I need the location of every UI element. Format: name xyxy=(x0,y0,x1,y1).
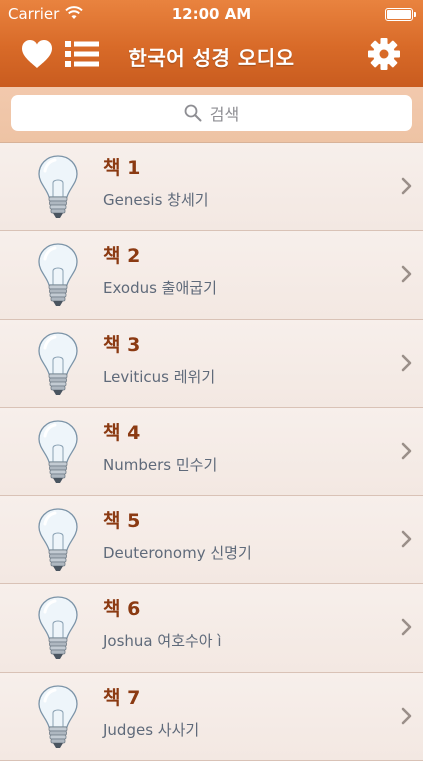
lightbulb-icon xyxy=(38,155,78,218)
book-title: 책 4 xyxy=(103,421,141,444)
book-row-7[interactable]: 책 7 Judges 사사기 xyxy=(0,672,423,761)
book-subtitle: Numbers 민수기 xyxy=(103,455,218,474)
battery-icon xyxy=(385,8,416,21)
book-subtitle: Deuteronomy 신명기 xyxy=(103,544,252,563)
chevron-right-icon xyxy=(401,619,412,636)
search-bar: 검색 xyxy=(0,87,423,143)
chevron-right-icon xyxy=(401,442,412,460)
book-title: 책 2 xyxy=(103,245,141,268)
book-row-6[interactable]: 책 6 Joshua 여호수아 ì xyxy=(0,584,423,673)
search-placeholder: 검색 xyxy=(209,105,240,124)
chevron-right-icon xyxy=(401,707,412,725)
book-subtitle: Genesis 창세기 xyxy=(103,191,209,209)
search-icon xyxy=(184,104,202,122)
book-subtitle: Joshua 여호수아 ì xyxy=(103,632,222,651)
lightbulb-icon xyxy=(38,596,78,660)
nav-bar: 한국어 성경 오디오 xyxy=(0,28,423,84)
status-time: 12:00 AM xyxy=(171,5,252,23)
lightbulb-icon xyxy=(38,331,78,395)
book-subtitle: Exodus 출애굽기 xyxy=(103,279,217,298)
book-title: 책 1 xyxy=(103,157,141,179)
lightbulb-icon xyxy=(38,685,78,748)
book-title: 책 5 xyxy=(103,510,141,533)
book-title: 책 7 xyxy=(103,686,141,709)
book-row-2[interactable]: 책 2 Exodus 출애굽기 xyxy=(0,231,423,320)
book-subtitle: Judges 사사기 xyxy=(103,720,200,739)
book-title: 책 6 xyxy=(103,598,141,621)
chevron-right-icon xyxy=(401,354,412,371)
top-bar: Carrier 12:00 AM 한국어 성경 오디오 xyxy=(0,0,423,87)
chevron-right-icon xyxy=(401,177,412,195)
book-title: 책 3 xyxy=(103,333,141,356)
page-title: 한국어 성경 오디오 xyxy=(128,46,295,70)
lightbulb-icon xyxy=(38,508,78,572)
chevron-right-icon xyxy=(401,265,412,283)
book-row-4[interactable]: 책 4 Numbers 민수기 xyxy=(0,407,423,497)
book-row-5[interactable]: 책 5 Deuteronomy 신명기 xyxy=(0,496,423,585)
lightbulb-icon xyxy=(38,243,78,307)
gear-icon[interactable] xyxy=(367,37,401,71)
status-bar: Carrier 12:00 AM xyxy=(0,0,423,28)
lightbulb-icon xyxy=(38,420,78,483)
book-list: 책 1 Genesis 창세기 책 2 Exodus 출애굽기 책 3 Levi… xyxy=(0,143,423,761)
chevron-right-icon xyxy=(401,530,412,548)
book-subtitle: Leviticus 레위기 xyxy=(103,367,216,386)
search-input[interactable]: 검색 xyxy=(11,95,412,131)
book-row-1[interactable]: 책 1 Genesis 창세기 xyxy=(0,143,423,232)
book-row-3[interactable]: 책 3 Leviticus 레위기 xyxy=(0,319,423,408)
